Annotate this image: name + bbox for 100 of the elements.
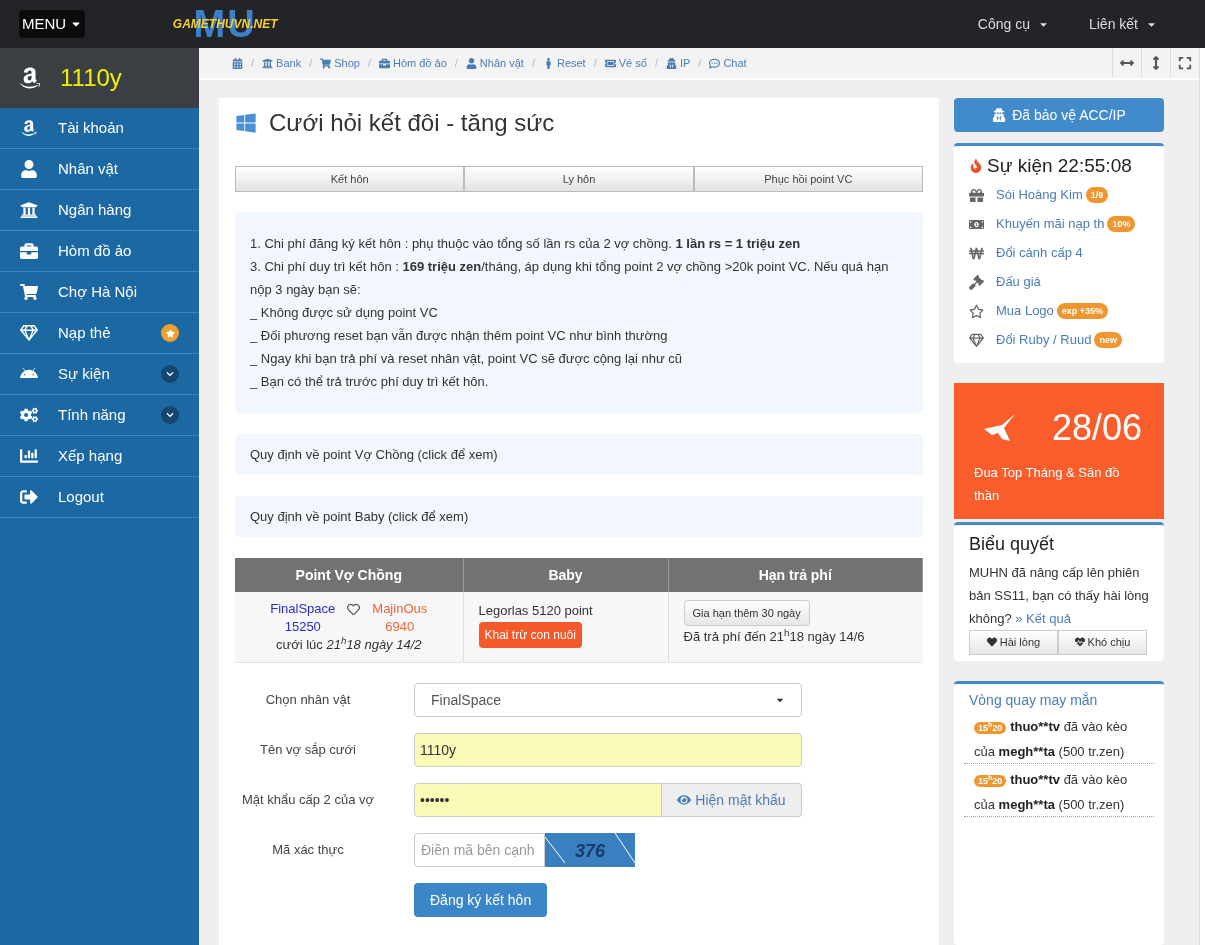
form-label: Tên vợ sắp cưới <box>259 741 357 760</box>
breadcrumb-link[interactable]: Reset <box>542 54 586 72</box>
remove-baby-button[interactable]: Khai trừ con nuôi <box>478 621 582 648</box>
menu-button[interactable]: MENU <box>19 10 86 38</box>
character-select[interactable]: FinalSpace <box>414 683 802 717</box>
briefcase-icon <box>20 242 38 260</box>
wife-link[interactable]: MajinOus <box>372 600 428 618</box>
breadcrumb-separator: / <box>698 55 702 71</box>
nav-menu[interactable]: Công cụ <box>977 13 1049 35</box>
amazon-a-icon <box>20 119 38 137</box>
breadcrumb-link[interactable]: Chat <box>709 54 747 72</box>
flame-icon <box>969 159 983 174</box>
spouse-name-field[interactable]: 1110y <box>414 733 802 767</box>
cart-icon <box>320 57 332 69</box>
event-link[interactable]: Mua Logo <box>996 301 1054 321</box>
promo-text: Đua Top Tháng & Săn đồ thần <box>974 463 1121 505</box>
sidebar-item[interactable]: Nạp thẻ <box>0 313 199 354</box>
result-link[interactable]: » Kết quả <box>1015 610 1071 626</box>
form-label: Mật khẩu cấp 2 của vợ <box>240 791 376 810</box>
gem-icon <box>20 324 38 342</box>
breadcrumb-link[interactable]: Vé số <box>604 54 647 72</box>
breadcrumb-separator: / <box>593 55 597 71</box>
captcha-field[interactable]: Điền mã bên cạnh <box>414 833 545 867</box>
info-text: _ Đối phương reset bạn vẫn được nhận thêm point VC như bình thường <box>250 327 669 345</box>
heartbeat-icon <box>1074 637 1085 647</box>
bar-chart-icon <box>20 447 38 465</box>
breadcrumb-link[interactable]: Bank <box>262 54 302 72</box>
logout-icon <box>20 488 38 506</box>
breadcrumb-separator: / <box>367 55 371 71</box>
collapsible-header[interactable]: Quy định về point Baby (click để xem) <box>235 496 923 537</box>
gem-icon <box>969 332 984 348</box>
event-badge: exp +35% <box>1056 303 1109 319</box>
windows-icon <box>235 112 257 134</box>
sidebar-item[interactable]: Logout <box>0 477 199 518</box>
event-link[interactable]: Đấu giá <box>996 272 1041 292</box>
briefcase-icon <box>378 57 390 69</box>
register-button[interactable]: Đăng ký kết hôn <box>414 883 548 917</box>
event-link[interactable]: Đổi Ruby / Ruud <box>996 330 1092 350</box>
breadcrumb-link[interactable]: IP <box>665 54 691 72</box>
spy-icon <box>992 108 1007 122</box>
password-field[interactable]: •••••• <box>414 783 662 817</box>
wheel-title: Vòng quay may mắn <box>969 690 1099 710</box>
breadcrumb-link[interactable]: Hòm đồ ảo <box>378 54 447 72</box>
sidebar-item[interactable]: Tài khoản <box>0 108 199 149</box>
wheel-entry: 15$^{h}$20 thuo**tv đã vào kèo của megh**ta (500 tr.zen) <box>964 763 1154 817</box>
info-text: 1. Chi phí đăng ký kết hôn : phụ thuộc vào tổng số lần rs của 2 vợ chồng. 1 lần rs = 1 triệu zen <box>250 235 802 253</box>
wheel-entry: 15$^{h}$20 thuo**tv đã vào kèo của megh**ta (500 tr.zen) <box>964 710 1154 764</box>
event-badge: 1/9 <box>1085 187 1109 203</box>
eye-icon <box>677 793 692 807</box>
breadcrumb-separator: / <box>531 55 535 71</box>
breadcrumb-link[interactable]: Shop <box>320 54 360 72</box>
event-link[interactable]: Khuyến mãi nạp th <box>996 214 1105 234</box>
form-label: Chọn nhân vật <box>264 691 352 710</box>
sidebar-item[interactable]: Nhân vật <box>0 149 199 190</box>
husband-points: 15250 <box>283 618 322 636</box>
poll-option-button[interactable]: Khó chịu <box>1058 629 1147 655</box>
calendar-link[interactable] <box>232 57 243 69</box>
tab-button[interactable]: Ly hôn <box>464 166 694 192</box>
married-time: cưới lúc 21$^{h}$18 ngày 14/2 <box>275 637 422 652</box>
sidebar-item[interactable]: Hòm đồ ảo <box>0 231 199 272</box>
user-icon <box>465 57 477 69</box>
gift-icon <box>969 187 984 203</box>
captcha-image: 376 <box>545 833 635 867</box>
show-password-button[interactable]: Hiện mật khẩu <box>662 783 802 817</box>
user-name: 1110y <box>60 63 122 93</box>
won-icon <box>969 245 984 261</box>
ticket-icon <box>604 57 616 69</box>
baby-name: Legorlas 5120 point <box>478 602 594 620</box>
sidebar-item[interactable]: Chợ Hà Nội <box>0 272 199 313</box>
breadcrumb-separator: / <box>309 55 313 71</box>
heart-icon <box>986 637 997 647</box>
heart-icon <box>347 603 361 616</box>
event-badge: new <box>1094 332 1122 348</box>
sidebar-item[interactable]: Tính năng <box>0 395 199 436</box>
sidebar-item[interactable]: Ngân hàng <box>0 190 199 231</box>
breadcrumb-link[interactable]: Nhân vật <box>465 54 524 72</box>
husband-link[interactable]: FinalSpace <box>270 600 336 618</box>
sidebar-item[interactable]: Sự kiện <box>0 354 199 395</box>
bank-icon <box>20 201 38 219</box>
info-text: _ Ngay khi bạn trả phí và reset nhân vật, point VC sẽ được cộng lại như cũ <box>250 350 684 368</box>
breadcrumb-separator: / <box>454 55 458 71</box>
event-badge: 10% <box>1107 216 1136 232</box>
paid-until: Đã trả phí đến 21$^{h}$18 ngày 14/6 <box>683 627 866 646</box>
spy-icon <box>665 57 677 69</box>
chat-icon <box>709 57 721 69</box>
event-link[interactable]: Sói Hoàng Kim <box>996 185 1083 205</box>
star-icon <box>969 303 984 319</box>
sidebar-item[interactable]: Xếp hạng <box>0 436 199 477</box>
amazon-a-icon <box>18 66 42 90</box>
poll-option-button[interactable]: Hài lòng <box>969 629 1058 655</box>
bank-icon <box>262 57 274 69</box>
extend-button[interactable]: Gia hạn thêm 30 ngày <box>683 600 810 626</box>
tab-button[interactable]: Phục hồi point VC <box>693 166 923 192</box>
event-link[interactable]: Đổi cánh cấp 4 <box>996 243 1083 263</box>
collapsible-header[interactable]: Quy định về point Vợ Chồng (click để xem) <box>235 434 923 475</box>
breadcrumb-separator: / <box>654 55 658 71</box>
info-text: 3. Chi phí duy trì kết hôn : 169 triệu zen/tháng, áp dụng khi tổng point 2 vợ chồng >20k point VC. Nếu quá hạn nộp 3 ngày bạn sẽ: <box>250 258 890 299</box>
tab-button[interactable]: Kết hôn <box>235 166 465 192</box>
nav-menu[interactable]: Liên kết <box>1088 13 1157 35</box>
protect-button[interactable]: Đã bảo vệ ACC/IP <box>954 98 1164 132</box>
